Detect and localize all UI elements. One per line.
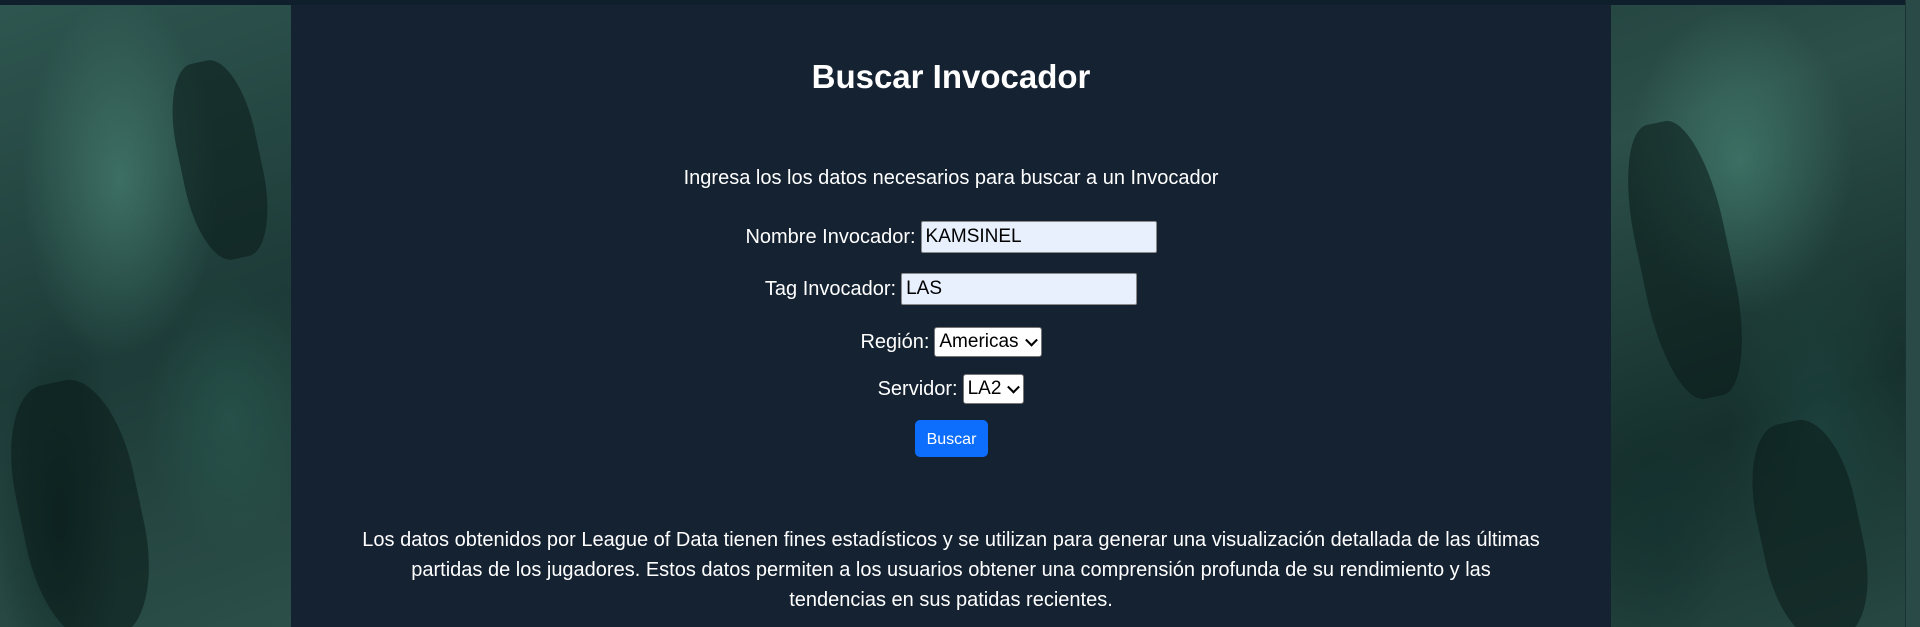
summoner-name-label: Nombre Invocador: [745,225,916,248]
server-select[interactable]: LA2 [962,374,1025,404]
server-row: Servidor: LA2 [291,374,1611,404]
region-label: Región: [860,330,930,353]
tag-label: Tag Invocador: [764,277,897,300]
search-button[interactable]: Buscar [915,420,988,457]
search-panel: Buscar Invocador Ingresa los los datos n… [291,5,1611,627]
tag-row: Tag Invocador: [291,273,1611,305]
chevron-down-icon [1007,380,1021,394]
chevron-down-icon [1024,333,1038,347]
region-select[interactable]: Americas [934,327,1042,357]
page-title: Buscar Invocador [811,58,1091,95]
region-selected-value: Americas [939,331,1019,352]
disclaimer-text: Los datos obtenidos por League of Data t… [362,529,1540,611]
server-label: Servidor: [877,377,958,400]
intro-text: Ingresa los los datos necesarios para bu… [683,167,1219,189]
server-selected-value: LA2 [967,378,1002,399]
region-row: Región: Americas [291,327,1611,357]
summoner-name-input[interactable] [920,221,1157,253]
summoner-name-row: Nombre Invocador: [291,221,1611,253]
scrollbar[interactable] [1905,0,1920,627]
tag-input[interactable] [901,273,1138,305]
